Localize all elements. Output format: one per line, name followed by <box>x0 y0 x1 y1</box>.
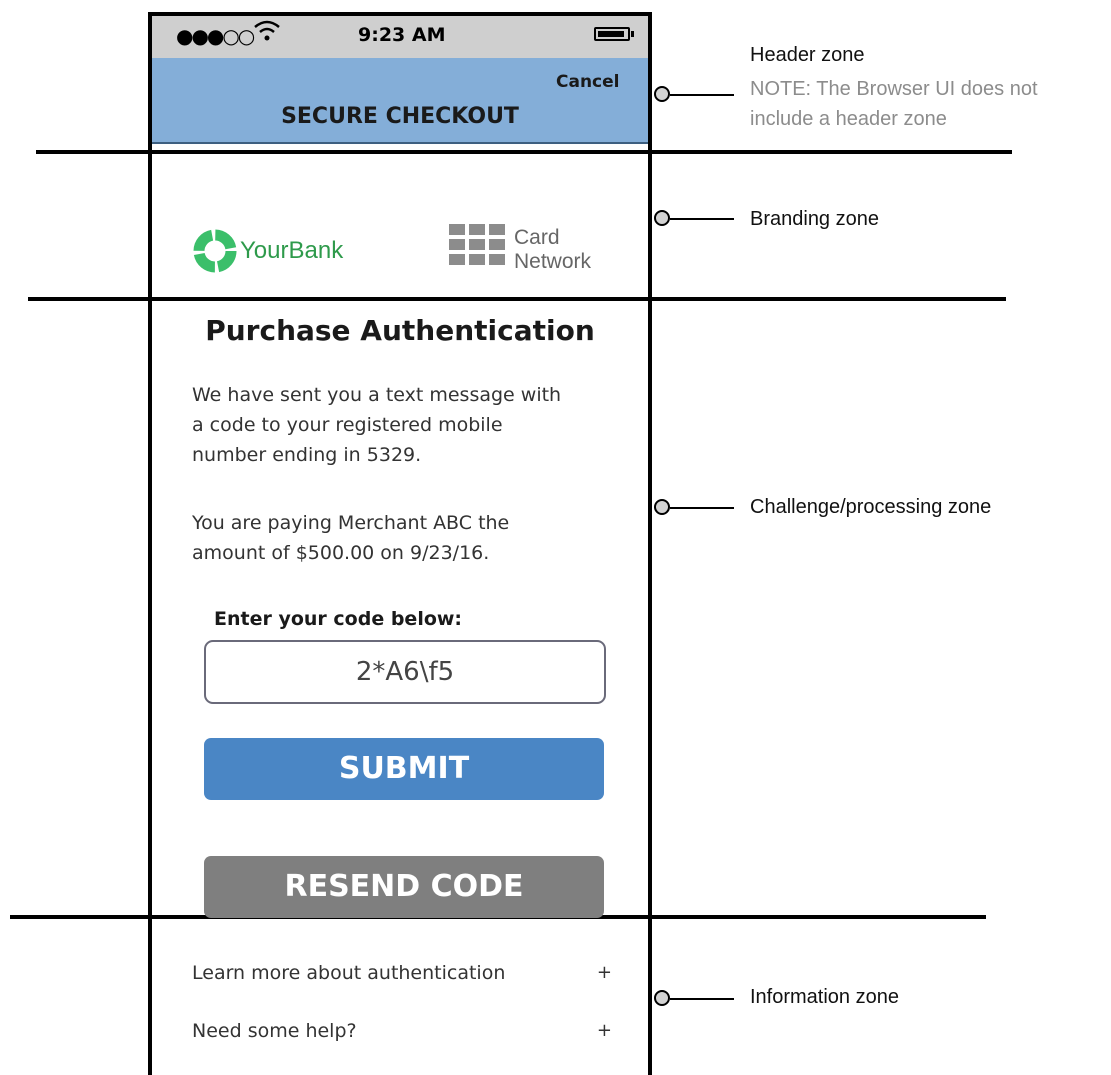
header-zone-callout-line <box>670 94 734 96</box>
challenge-zone-callout-line <box>670 507 734 509</box>
expand-plus-icon[interactable]: + <box>597 962 612 983</box>
card-network-line1: Card <box>514 226 560 249</box>
card-network-name: Card Network <box>514 226 591 274</box>
checkout-title: SECURE CHECKOUT <box>281 104 519 129</box>
info-item-help[interactable]: Need some help? + <box>192 1020 612 1042</box>
branding-zone-label: Branding zone <box>750 208 879 230</box>
resend-code-button[interactable]: RESEND CODE <box>204 856 604 918</box>
cancel-button[interactable]: Cancel <box>556 72 619 92</box>
info-item-label: Need some help? <box>192 1020 357 1042</box>
info-item-label: Learn more about authentication <box>192 962 506 984</box>
code-input[interactable]: 2*A6\f5 <box>204 640 606 704</box>
payment-line: You are paying Merchant ABC the <box>192 512 510 534</box>
message-line: a code to your registered mobile <box>192 414 503 436</box>
branding-zone-callout-line <box>670 218 734 220</box>
battery-icon <box>594 27 634 41</box>
challenge-zone-callout-marker <box>654 499 670 515</box>
card-network-line2: Network <box>514 250 592 273</box>
header-zone-callout-marker <box>654 86 670 102</box>
branding-zone-callout-marker <box>654 210 670 226</box>
branding-zone-divider <box>28 297 1006 301</box>
header-zone-divider <box>36 150 1012 154</box>
wifi-icon <box>252 18 282 48</box>
information-zone-callout-line <box>670 998 734 1000</box>
note-line: include a header zone <box>750 108 947 130</box>
header-zone-note: NOTE: The Browser UI does not include a … <box>750 74 1038 134</box>
card-network-logo-icon <box>449 224 505 265</box>
message-line: number ending in 5329. <box>192 444 422 466</box>
expand-plus-icon[interactable]: + <box>597 1020 612 1041</box>
authentication-title: Purchase Authentication <box>205 314 595 347</box>
signal-strength-icon: ●●●○○ <box>176 24 255 48</box>
payment-details-text: You are paying Merchant ABC the amount o… <box>192 508 632 568</box>
code-input-label: Enter your code below: <box>214 608 463 630</box>
payment-line: amount of $500.00 on 9/23/16. <box>192 542 490 564</box>
message-line: We have sent you a text message with <box>192 384 562 406</box>
submit-button[interactable]: SUBMIT <box>204 738 604 800</box>
information-zone-callout-marker <box>654 990 670 1006</box>
status-time: 9:23 AM <box>358 24 446 46</box>
info-item-learn-more[interactable]: Learn more about authentication + <box>192 962 612 984</box>
header-zone-label: Header zone <box>750 44 865 66</box>
sms-message-text: We have sent you a text message with a c… <box>192 380 632 470</box>
information-zone-label: Information zone <box>750 986 899 1008</box>
note-line: NOTE: The Browser UI does not <box>750 78 1038 100</box>
challenge-zone-label: Challenge/processing zone <box>750 496 992 518</box>
bank-name: YourBank <box>240 237 344 264</box>
checkout-header <box>152 58 648 144</box>
yourbank-logo-icon <box>192 228 238 278</box>
